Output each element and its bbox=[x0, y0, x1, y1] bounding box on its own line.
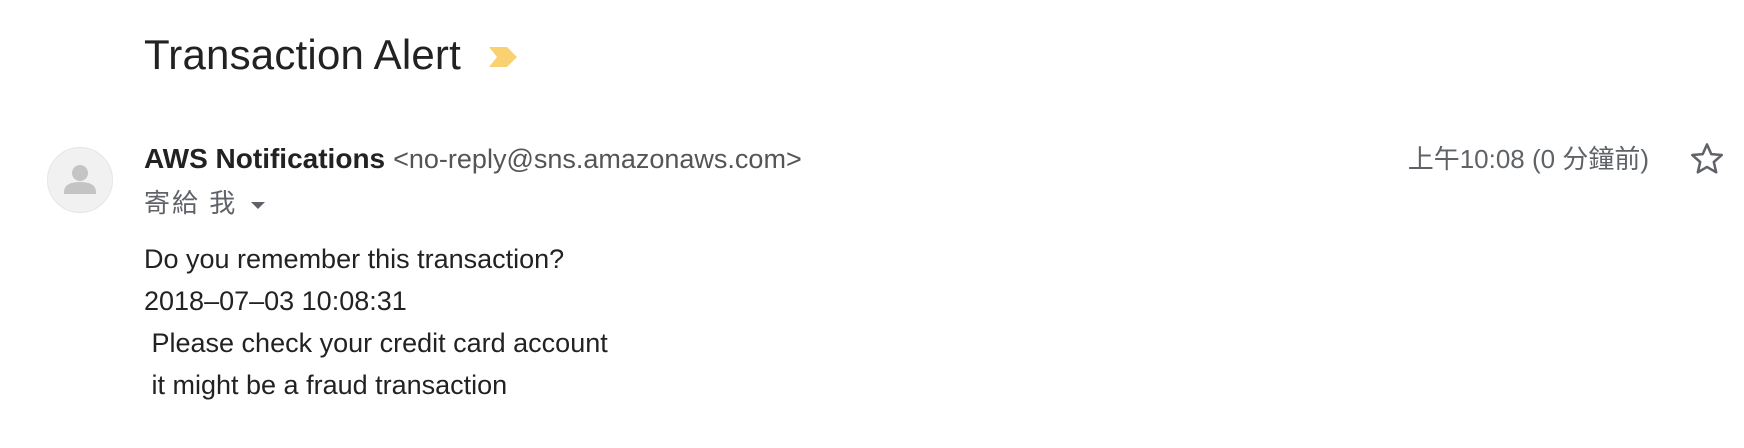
email-view: Transaction Alert AWS Notifications <no-r… bbox=[0, 0, 1744, 448]
recipient-label: 寄給 我 bbox=[144, 188, 238, 218]
body-line: 2018–07–03 10:08:31 bbox=[144, 286, 407, 316]
subject-row: Transaction Alert bbox=[144, 28, 519, 82]
sender-avatar bbox=[47, 147, 113, 213]
recipient-row: 寄給 我 bbox=[144, 183, 267, 220]
email-subject: Transaction Alert bbox=[144, 31, 461, 78]
sender-row: AWS Notifications <no-reply@sns.amazonaws… bbox=[144, 141, 802, 182]
body-line: Do you remember this transaction? bbox=[144, 244, 565, 274]
sender-name[interactable]: AWS Notifications bbox=[144, 143, 385, 174]
importance-marker-icon[interactable] bbox=[487, 44, 519, 70]
email-body: Do you remember this transaction? 2018–0… bbox=[144, 238, 608, 406]
email-timestamp: 上午10:08 (0 分鐘前) bbox=[1407, 144, 1649, 174]
person-icon bbox=[64, 165, 96, 194]
sender-email: <no-reply@sns.amazonaws.com> bbox=[393, 144, 802, 174]
star-icon[interactable] bbox=[1688, 140, 1726, 178]
chevron-down-icon[interactable] bbox=[249, 197, 267, 209]
body-line: Please check your credit card account bbox=[144, 328, 608, 358]
body-line: it might be a fraud transaction bbox=[144, 370, 508, 400]
